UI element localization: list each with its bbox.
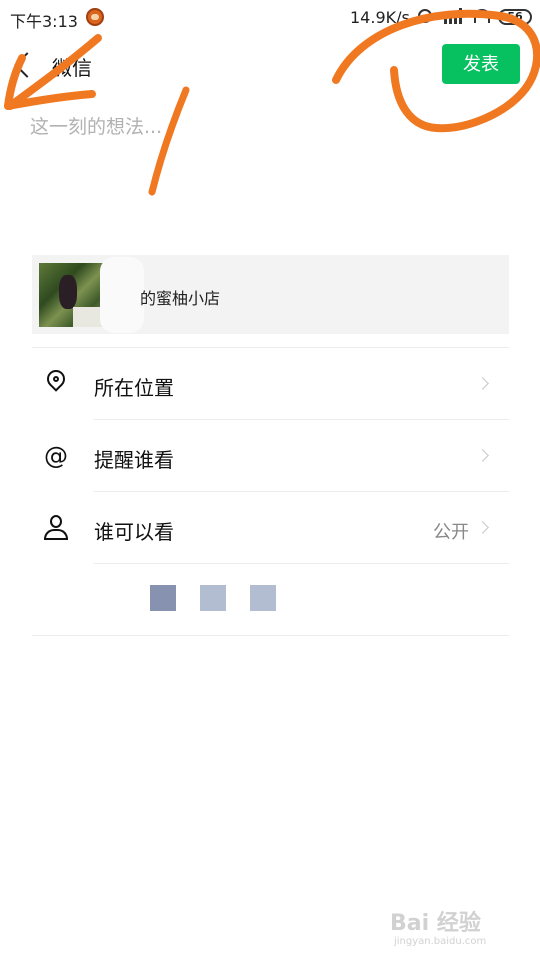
row-remind-who[interactable]: @ 提醒谁看	[32, 420, 509, 492]
status-time: 下午3:13	[10, 12, 78, 31]
at-icon: @	[44, 442, 68, 470]
post-text-input[interactable]	[30, 112, 510, 232]
user-icon	[42, 514, 70, 542]
link-thumbnail	[39, 263, 103, 327]
divider	[32, 635, 509, 636]
row-label: 谁可以看	[94, 520, 174, 544]
row-placeholder-blocks	[32, 564, 509, 636]
chevron-right-icon	[476, 521, 489, 534]
shared-link-card[interactable]: 的蜜柚小店	[32, 255, 509, 334]
watermark-logo: Bai 经验	[390, 911, 481, 936]
link-title: 的蜜柚小店	[140, 289, 221, 308]
placeholder-block	[250, 585, 276, 611]
app-notification-icon	[86, 8, 104, 26]
wifi-icon	[474, 9, 490, 23]
status-bar: 下午3:13 14.9K/s 56	[0, 0, 540, 34]
visibility-value: 公开	[433, 522, 469, 543]
row-label: 提醒谁看	[94, 448, 174, 472]
network-speed: 14.9K/s	[350, 8, 410, 27]
chevron-right-icon	[476, 449, 489, 462]
alarm-icon	[418, 9, 432, 23]
row-who-can-see[interactable]: 谁可以看 公开	[32, 492, 509, 564]
signal-icon	[444, 8, 462, 24]
location-icon	[42, 366, 70, 398]
watermark-url: jingyan.baidu.com	[394, 936, 487, 947]
page-title: 微信	[52, 56, 92, 80]
placeholder-block	[150, 585, 176, 611]
publish-button[interactable]: 发表	[442, 44, 520, 84]
row-label: 所在位置	[94, 376, 174, 400]
row-location[interactable]: 所在位置	[32, 348, 509, 420]
annotation-arrow-stroke	[4, 90, 96, 110]
placeholder-block	[200, 585, 226, 611]
watermark: Bai 经验 jingyan.baidu.com	[390, 905, 520, 950]
back-icon[interactable]	[14, 52, 40, 78]
chevron-right-icon	[476, 377, 489, 390]
battery-icon: 56	[498, 9, 532, 25]
blurred-region	[100, 257, 144, 333]
